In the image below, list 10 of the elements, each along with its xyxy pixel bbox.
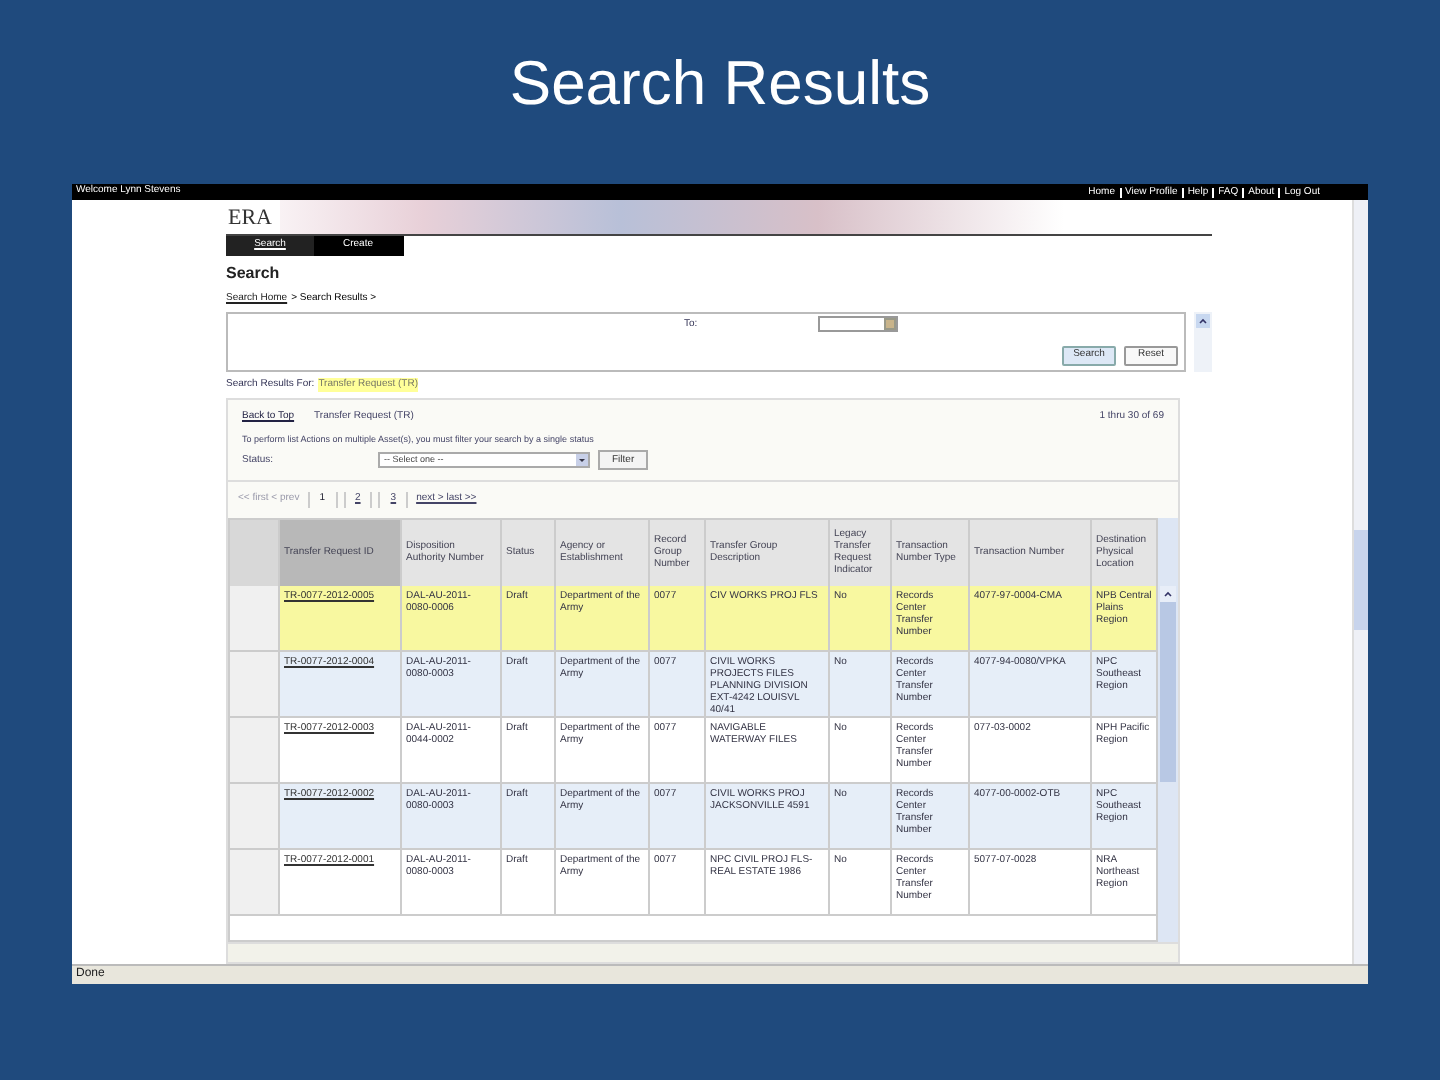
slide-title: Search Results [509,45,931,122]
table-row[interactable] [230,651,1156,718]
scroll-up-icon[interactable] [1160,585,1176,602]
dropdown-arrow-icon[interactable] [576,454,588,467]
page-title: Search [226,262,282,286]
scroll-thumb[interactable] [1354,530,1368,630]
date-field[interactable] [818,315,898,331]
logo: ERA [226,200,280,234]
scroll-up-icon[interactable] [1196,313,1210,327]
scroll-thumb[interactable] [1160,601,1176,782]
